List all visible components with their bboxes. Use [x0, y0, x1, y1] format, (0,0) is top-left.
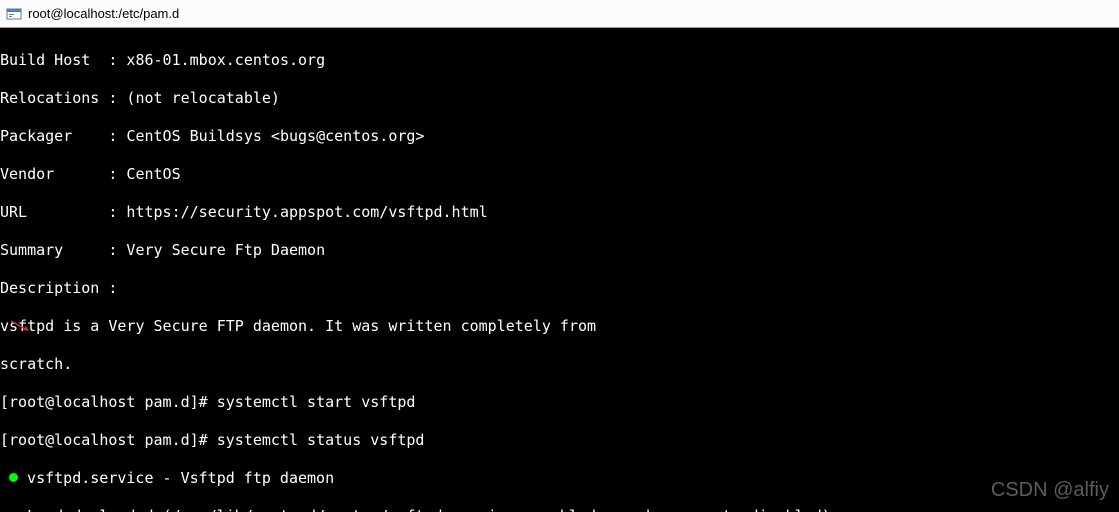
output-line: Build Host : x86-01.mbox.centos.org [0, 51, 1119, 70]
output-line: Vendor : CentOS [0, 165, 1119, 184]
terminal-output[interactable]: Build Host : x86-01.mbox.centos.org Relo… [0, 28, 1119, 512]
output-line: URL : https://security.appspot.com/vsftp… [0, 203, 1119, 222]
output-line: vsftpd is a Very Secure FTP daemon. It w… [0, 317, 1119, 336]
status-dot-icon [9, 473, 18, 482]
output-line: Packager : CentOS Buildsys <bugs@centos.… [0, 127, 1119, 146]
output-line: [root@localhost pam.d]# systemctl start … [0, 393, 1119, 412]
output-line: scratch. [0, 355, 1119, 374]
output-line: Summary : Very Secure Ftp Daemon [0, 241, 1119, 260]
terminal-app-icon [6, 6, 22, 22]
window-title: root@localhost:/etc/pam.d [28, 6, 179, 21]
window-titlebar[interactable]: root@localhost:/etc/pam.d [0, 0, 1119, 28]
output-line: Relocations : (not relocatable) [0, 89, 1119, 108]
output-line: Loaded: loaded (/usr/lib/systemd/system/… [0, 507, 1119, 512]
watermark: CSDN @alfiy [991, 479, 1109, 502]
output-line: [root@localhost pam.d]# systemctl status… [0, 431, 1119, 450]
terminal-window: root@localhost:/etc/pam.d Build Host : x… [0, 0, 1119, 512]
output-line: Description : [0, 279, 1119, 298]
output-line: vsftpd.service - Vsftpd ftp daemon [0, 469, 1119, 488]
